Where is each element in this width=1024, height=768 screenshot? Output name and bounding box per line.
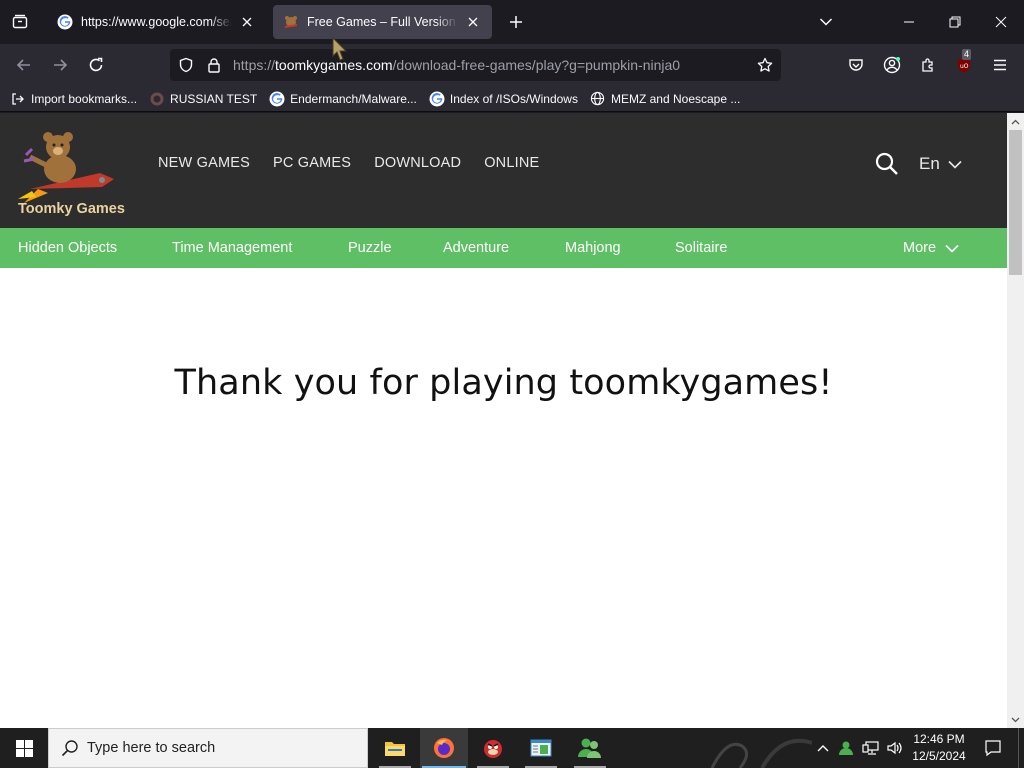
menu-hamburger-icon[interactable] [986, 51, 1014, 79]
people-app-icon[interactable] [566, 728, 614, 768]
category-hidden-objects[interactable]: Hidden Objects [18, 240, 117, 256]
taskbar-search-placeholder: Type here to search [87, 740, 216, 756]
scroll-down-arrow-icon[interactable] [1007, 711, 1024, 728]
main-nav: NEW GAMES PC GAMES DOWNLOAD ONLINE [158, 155, 562, 171]
chevron-down-icon [945, 244, 959, 253]
url-bar[interactable]: https://toomkygames.com/download-free-ga… [170, 49, 781, 81]
page-scrollbar[interactable] [1007, 113, 1024, 728]
pocket-icon[interactable] [842, 51, 870, 79]
logo-text[interactable]: Toomky Games [18, 201, 125, 217]
google-g-icon [57, 14, 73, 30]
nav-download[interactable]: DOWNLOAD [374, 155, 461, 171]
category-mahjong[interactable]: Mahjong [565, 240, 621, 256]
search-icon[interactable] [874, 151, 900, 177]
user-network-tray-icon[interactable] [836, 728, 858, 768]
tab-title: https://www.google.com/search [81, 15, 232, 29]
tab-google-search[interactable]: https://www.google.com/search [47, 5, 266, 39]
bookmark-russian-test[interactable]: RUSSIAN TEST [149, 91, 257, 107]
chevron-down-icon [948, 160, 962, 169]
tab-list-icon[interactable] [6, 8, 34, 36]
bookmark-memz[interactable]: MEMZ and Noescape ... [590, 91, 740, 107]
site-header: Toomky Games NEW GAMES PC GAMES DOWNLOAD… [0, 113, 1007, 228]
firefox-icon[interactable] [420, 728, 468, 768]
nav-new-games[interactable]: NEW GAMES [158, 155, 250, 171]
show-desktop-button[interactable] [1018, 728, 1024, 768]
taskbar-search-box[interactable]: Type here to search [48, 728, 368, 768]
taskbar-wallpaper-art [612, 728, 812, 768]
minimize-icon[interactable] [893, 6, 925, 38]
extensions-puzzle-icon[interactable] [914, 51, 942, 79]
navigation-toolbar: https://toomkygames.com/download-free-ga… [0, 44, 1024, 86]
web-page: Toomky Games NEW GAMES PC GAMES DOWNLOAD… [0, 113, 1007, 728]
bookmarks-toolbar: Import bookmarks... RUSSIAN TEST Enderma… [0, 86, 1024, 112]
url-text: https://toomkygames.com/download-free-ga… [233, 57, 681, 73]
category-puzzle[interactable]: Puzzle [348, 240, 392, 256]
category-solitaire[interactable]: Solitaire [675, 240, 727, 256]
nav-pc-games[interactable]: PC GAMES [273, 155, 351, 171]
account-icon[interactable] [878, 51, 906, 79]
close-window-icon[interactable] [985, 6, 1017, 38]
close-tab-icon[interactable] [464, 13, 482, 31]
windows-taskbar: Type here to search 12:46 PM 12/5/2024 [0, 728, 1024, 768]
thank-you-message: Thank you for playing toomkygames! [174, 363, 833, 403]
nav-online[interactable]: ONLINE [484, 155, 539, 171]
category-time-management[interactable]: Time Management [172, 240, 292, 256]
globe-icon [590, 91, 606, 107]
clock-time: 12:46 PM [913, 732, 965, 746]
file-explorer-icon[interactable] [371, 728, 419, 768]
bookmark-import[interactable]: Import bookmarks... [10, 91, 137, 107]
search-icon [61, 740, 78, 757]
category-adventure[interactable]: Adventure [443, 240, 509, 256]
close-tab-icon[interactable] [238, 13, 256, 31]
google-g-icon [429, 91, 445, 107]
tab-strip: https://www.google.com/search Free Games… [0, 0, 1024, 44]
bookmark-endermanch[interactable]: Endermanch/Malware... [269, 91, 417, 107]
angry-bird-app-icon[interactable] [469, 728, 517, 768]
ublock-origin-icon[interactable]: uO 4 [950, 49, 978, 79]
lock-icon[interactable] [202, 53, 226, 77]
google-g-icon [269, 91, 285, 107]
new-tab-icon[interactable] [502, 8, 530, 36]
category-bar: Hidden Objects Time Management Puzzle Ad… [0, 228, 1007, 268]
notification-icon[interactable] [978, 728, 1008, 768]
volume-icon[interactable] [884, 728, 906, 768]
extension-badge: 4 [962, 49, 972, 60]
forward-arrow-icon[interactable] [46, 51, 74, 79]
bookmark-star-icon[interactable] [753, 53, 777, 77]
tracking-shield-icon[interactable] [174, 53, 198, 77]
scroll-up-arrow-icon[interactable] [1007, 113, 1024, 130]
notepad-app-icon[interactable] [517, 728, 565, 768]
back-arrow-icon[interactable] [10, 51, 38, 79]
toomky-bear-icon [284, 16, 298, 28]
list-all-tabs-icon[interactable] [810, 6, 842, 38]
tab-toomky-games[interactable]: Free Games – Full Version PC Games [273, 5, 492, 39]
svg-text:uO: uO [960, 63, 969, 70]
network-icon[interactable] [860, 728, 882, 768]
scroll-thumb[interactable] [1009, 130, 1022, 275]
restore-icon[interactable] [939, 6, 971, 38]
bookmark-index-isos[interactable]: Index of /ISOs/Windows [429, 91, 578, 107]
windows-start-icon[interactable] [0, 728, 48, 768]
reload-icon[interactable] [82, 51, 110, 79]
system-clock[interactable]: 12:46 PM 12/5/2024 [908, 731, 970, 765]
language-label: En [919, 154, 940, 173]
mouse-cursor-icon [332, 36, 348, 61]
language-selector[interactable]: En [919, 154, 962, 174]
chevron-up-icon[interactable] [812, 728, 834, 768]
github-octocat-icon [149, 91, 165, 107]
clock-date: 12/5/2024 [912, 749, 966, 763]
tab-title: Free Games – Full Version PC Games [307, 15, 458, 29]
more-categories-button[interactable]: More [903, 240, 959, 256]
import-icon [10, 91, 26, 107]
